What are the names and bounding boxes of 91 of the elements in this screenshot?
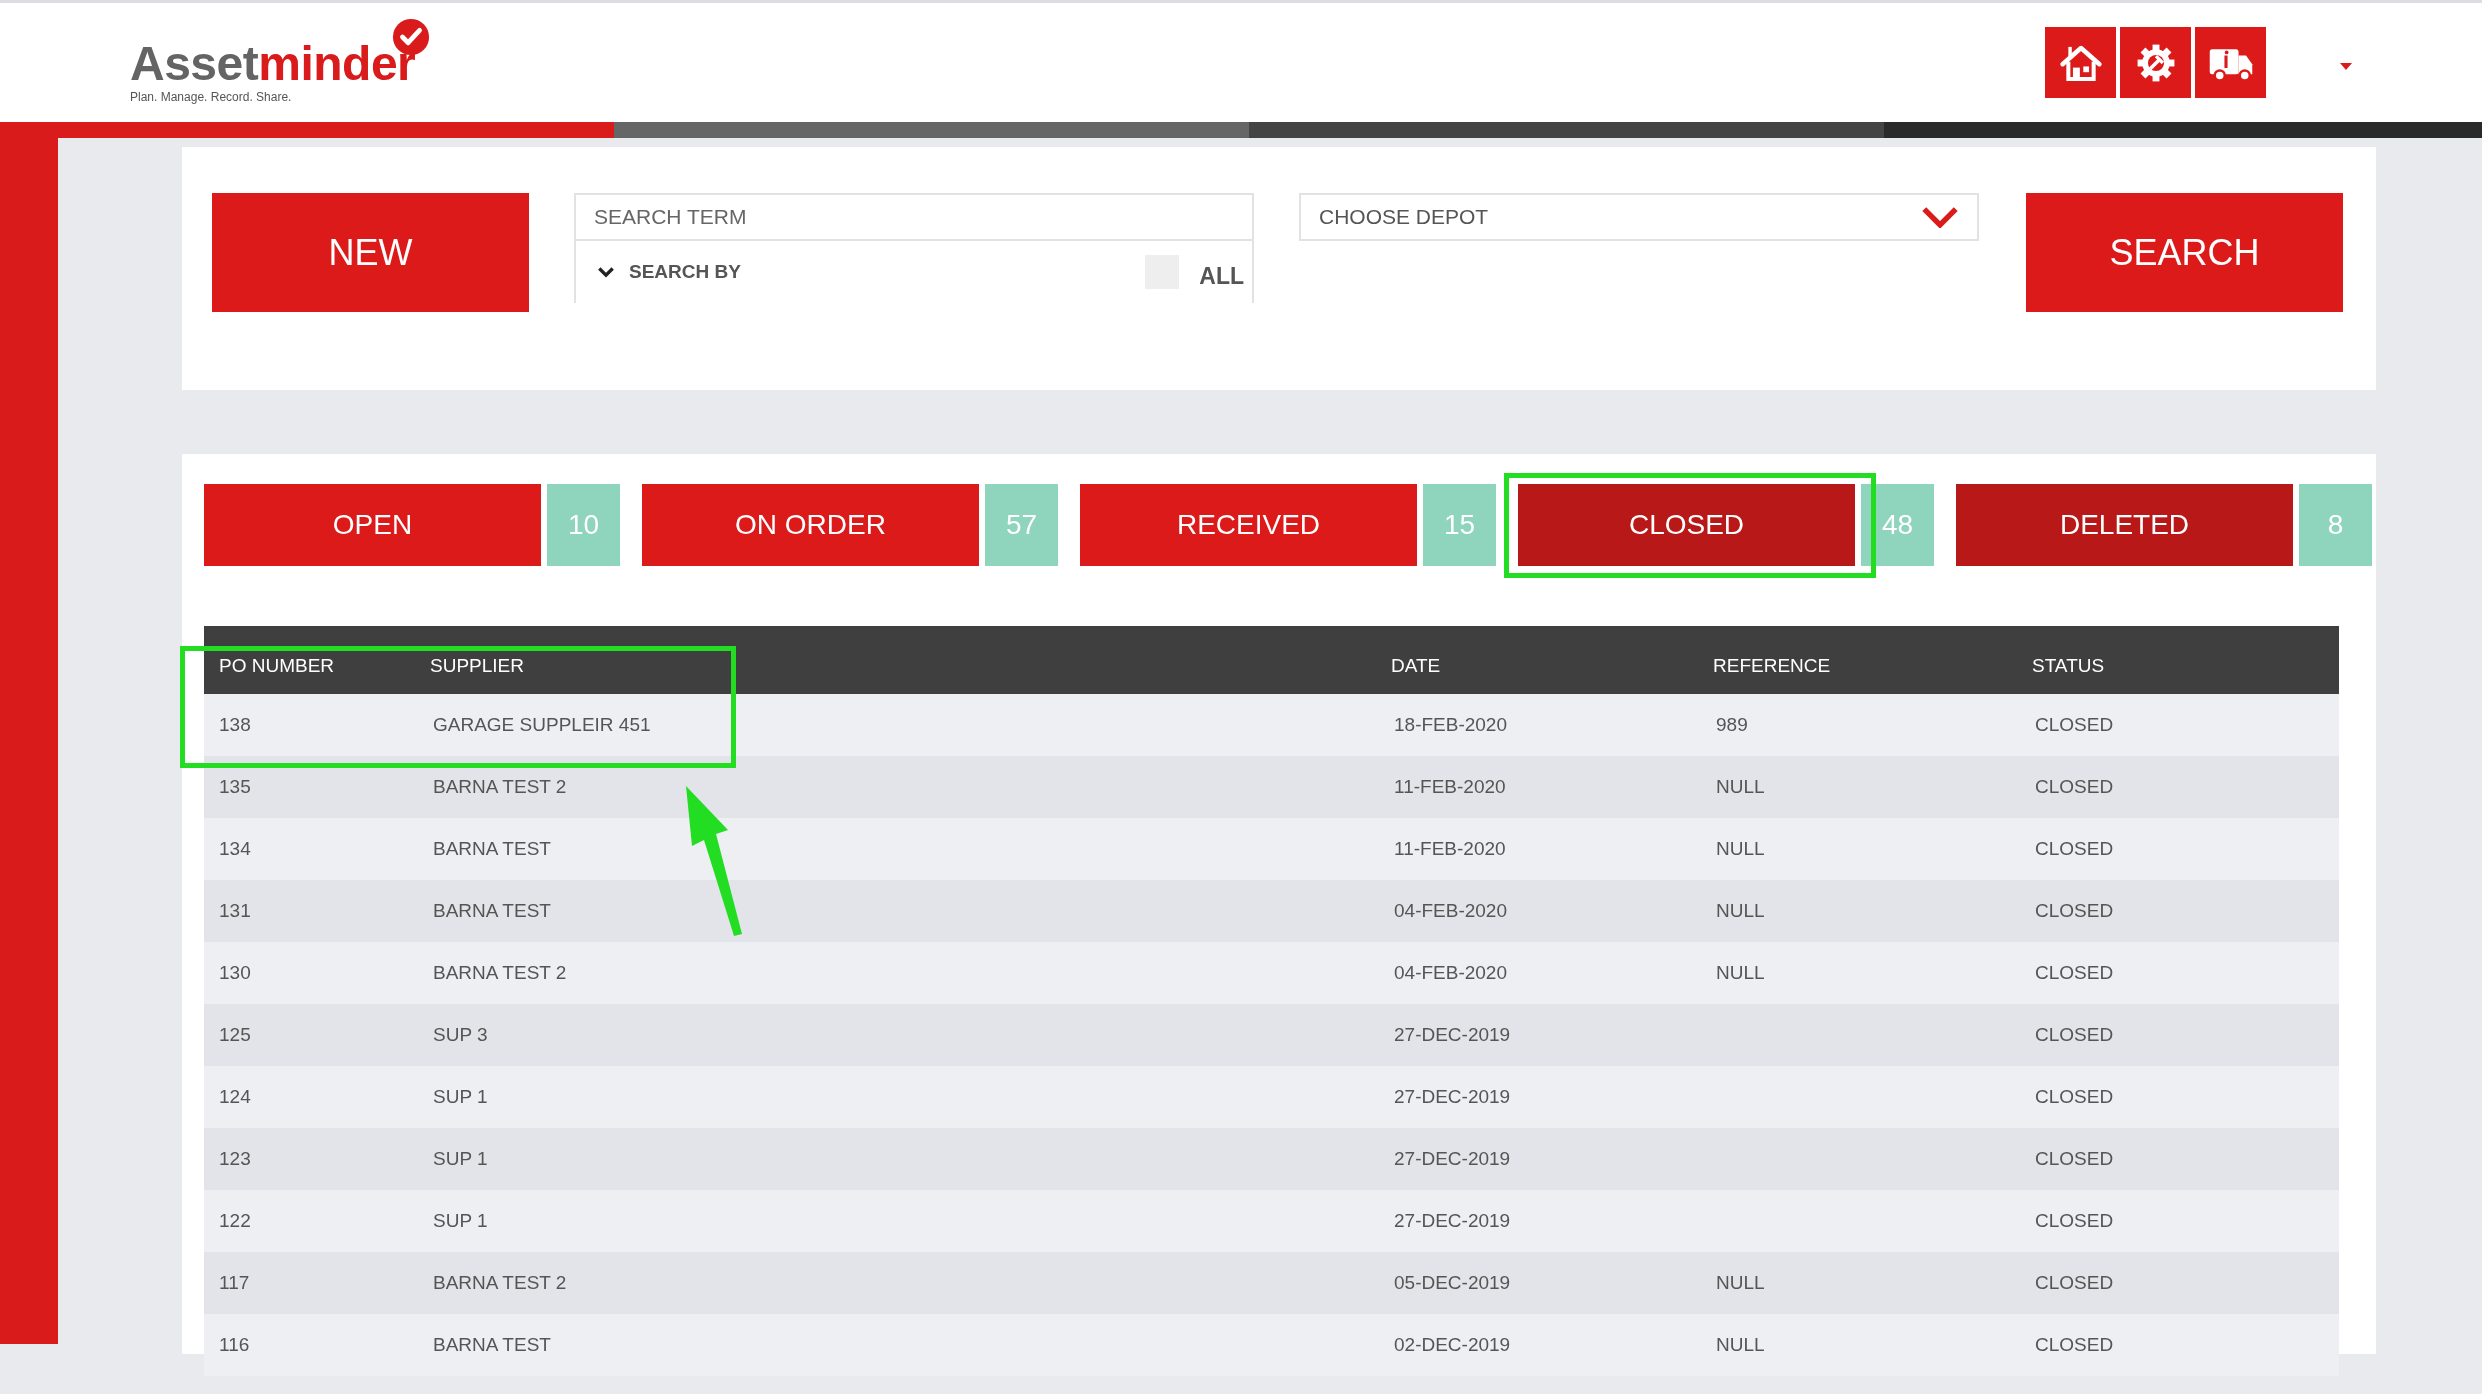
table-cell: CLOSED	[2035, 838, 2114, 859]
chevron-down-icon[interactable]	[598, 266, 614, 278]
table-cell: 18-FEB-2020	[1394, 714, 1507, 735]
table-cell: 02-DEC-2019	[1394, 1334, 1511, 1355]
table-cell: BARNA TEST	[433, 838, 551, 859]
column-header: DATE	[1391, 655, 1442, 677]
table-cell: CLOSED	[2035, 1210, 2114, 1231]
count-badge: 8	[2299, 484, 2372, 566]
table-cell: 135	[219, 776, 251, 797]
table-cell: CLOSED	[2035, 1024, 2114, 1045]
chevron-down-icon	[1921, 206, 1959, 228]
new-button[interactable]: NEW	[212, 193, 529, 312]
search-button[interactable]: SEARCH	[2026, 193, 2343, 312]
table-cell: GARAGE SUPPLEIR 451	[433, 714, 651, 735]
table-row[interactable]: 134 BARNA TEST 11-FEB-2020 NULL CLOSED	[204, 818, 2339, 880]
status-tab[interactable]: CLOSED	[1518, 484, 1855, 566]
table-row[interactable]: 116 BARNA TEST 02-DEC-2019 NULL CLOSED	[204, 1314, 2339, 1376]
table-cell: 04-FEB-2020	[1394, 900, 1507, 921]
table-cell: SUP 3	[433, 1024, 488, 1045]
table-cell: 11-FEB-2020	[1394, 776, 1506, 797]
table-cell: NULL	[1716, 1272, 1765, 1293]
table-cell: 125	[219, 1024, 251, 1045]
table-cell: 27-DEC-2019	[1394, 1086, 1511, 1107]
table-cell: BARNA TEST 2	[433, 962, 567, 983]
table-cell: 989	[1716, 714, 1748, 735]
column-header: REFERENCE	[1713, 655, 1832, 677]
count-badge: 57	[985, 484, 1058, 566]
table-cell: 124	[219, 1086, 251, 1107]
table-cell: 11-FEB-2020	[1394, 838, 1506, 859]
table-cell: NULL	[1716, 900, 1765, 921]
table-row[interactable]: 135 BARNA TEST 2 11-FEB-2020 NULL CLOSED	[204, 756, 2339, 818]
status-tab[interactable]: ON ORDER	[642, 484, 979, 566]
logo-tagline: Plan. Manage. Record. Share.	[130, 89, 292, 104]
table-cell: CLOSED	[2035, 1086, 2114, 1107]
table-cell: CLOSED	[2035, 776, 2114, 797]
table-cell: CLOSED	[2035, 714, 2114, 735]
table-cell: 123	[219, 1148, 251, 1169]
table-row[interactable]: 117 BARNA TEST 2 05-DEC-2019 NULL CLOSED	[204, 1252, 2339, 1314]
table-cell: BARNA TEST	[433, 900, 551, 921]
table-row[interactable]: 125 SUP 3 27-DEC-2019 CLOSED	[204, 1004, 2339, 1066]
table-cell: CLOSED	[2035, 1148, 2114, 1169]
caret-icon[interactable]	[2340, 63, 2352, 70]
table-cell: NULL	[1716, 962, 1765, 983]
table-cell: 122	[219, 1210, 251, 1231]
table-cell: BARNA TEST	[433, 1334, 551, 1355]
table-row[interactable]: 122 SUP 1 27-DEC-2019 CLOSED	[204, 1190, 2339, 1252]
table-cell: CLOSED	[2035, 1334, 2114, 1355]
column-header: STATUS	[2032, 655, 2106, 677]
status-tab[interactable]: OPEN	[204, 484, 541, 566]
all-label: ALL	[1199, 262, 1244, 290]
table-cell: NULL	[1716, 1334, 1765, 1355]
table-cell: 27-DEC-2019	[1394, 1210, 1511, 1231]
table-cell: CLOSED	[2035, 900, 2114, 921]
table-row[interactable]: 130 BARNA TEST 2 04-FEB-2020 NULL CLOSED	[204, 942, 2339, 1004]
table-cell: BARNA TEST 2	[433, 776, 567, 797]
column-header: PO NUMBER	[219, 655, 336, 677]
table-cell: 27-DEC-2019	[1394, 1148, 1511, 1169]
column-header: SUPPLIER	[430, 655, 525, 677]
home-icon[interactable]	[2045, 27, 2116, 98]
table-cell: 27-DEC-2019	[1394, 1024, 1511, 1045]
table-row[interactable]: 138 GARAGE SUPPLEIR 451 18-FEB-2020 989 CLOSED	[204, 694, 2339, 756]
table-cell: 05-DEC-2019	[1394, 1272, 1511, 1293]
table-row[interactable]: 124 SUP 1 27-DEC-2019 CLOSED	[204, 1066, 2339, 1128]
table-cell: 130	[219, 962, 251, 983]
table-cell: NULL	[1716, 776, 1765, 797]
count-badge: 48	[1861, 484, 1934, 566]
table-cell: SUP 1	[433, 1148, 488, 1169]
depot-select[interactable]: CHOOSE DEPOT	[1299, 193, 1979, 241]
count-badge: 15	[1423, 484, 1496, 566]
logo-wordmark: Assetminder	[130, 39, 416, 88]
table-cell: SUP 1	[433, 1086, 488, 1107]
table-cell: CLOSED	[2035, 962, 2114, 983]
table-cell: 138	[219, 714, 251, 735]
search-term-field[interactable]: SEARCH TERM	[574, 193, 1254, 241]
table-cell: 04-FEB-2020	[1394, 962, 1507, 983]
table-cell: BARNA TEST 2	[433, 1272, 567, 1293]
table-cell: SUP 1	[433, 1210, 488, 1231]
table-cell: 117	[219, 1272, 250, 1293]
table-row[interactable]: 123 SUP 1 27-DEC-2019 CLOSED	[204, 1128, 2339, 1190]
table-cell: 131	[219, 900, 251, 921]
status-tab[interactable]: RECEIVED	[1080, 484, 1417, 566]
table-cell: CLOSED	[2035, 1272, 2114, 1293]
truck-info-icon[interactable]	[2195, 27, 2266, 98]
table-cell: 134	[219, 838, 251, 859]
table-cell: 116	[219, 1334, 250, 1355]
status-tab[interactable]: DELETED	[1956, 484, 2293, 566]
gear-wrench-icon[interactable]	[2120, 27, 2191, 98]
table-row[interactable]: 131 BARNA TEST 04-FEB-2020 NULL CLOSED	[204, 880, 2339, 942]
table-cell: NULL	[1716, 838, 1765, 859]
count-badge: 10	[547, 484, 620, 566]
search-by-label[interactable]: SEARCH BY	[629, 261, 1146, 283]
